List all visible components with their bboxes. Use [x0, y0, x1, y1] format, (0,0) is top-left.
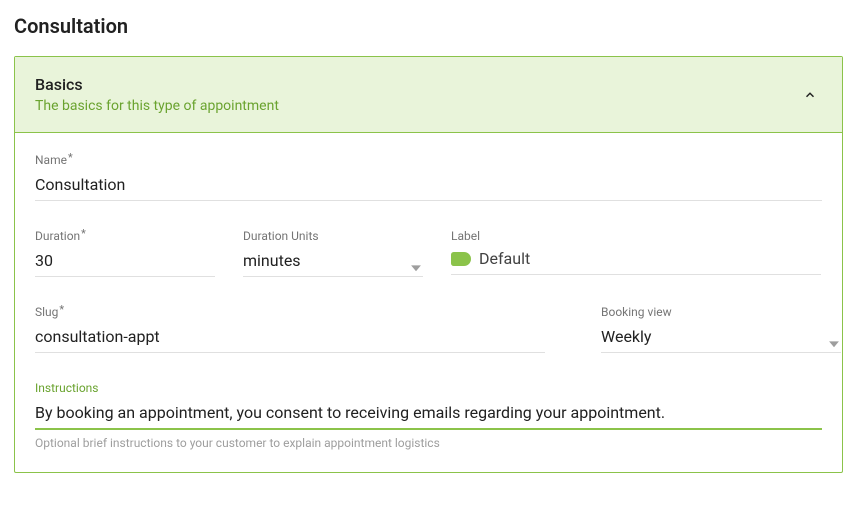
- basics-panel: Basics The basics for this type of appoi…: [14, 56, 843, 473]
- duration-label: Duration: [35, 229, 215, 243]
- label-field: Label Default: [451, 229, 821, 275]
- instructions-field: Instructions Optional brief instructions…: [35, 381, 822, 450]
- label-value: Default: [479, 249, 530, 268]
- instructions-label: Instructions: [35, 381, 822, 395]
- label-label: Label: [451, 229, 821, 243]
- chevron-up-icon[interactable]: [798, 83, 822, 107]
- booking-view-field: Booking view: [601, 305, 841, 353]
- instructions-input[interactable]: [35, 399, 822, 430]
- duration-field: Duration: [35, 229, 215, 277]
- duration-input[interactable]: [35, 247, 215, 277]
- panel-header-text: Basics The basics for this type of appoi…: [35, 75, 279, 114]
- duration-units-select[interactable]: [243, 247, 423, 277]
- panel-header[interactable]: Basics The basics for this type of appoi…: [15, 57, 842, 133]
- slug-label: Slug: [35, 305, 545, 319]
- duration-units-label: Duration Units: [243, 229, 423, 243]
- tag-icon: [451, 252, 471, 266]
- slug-field: Slug: [35, 305, 545, 353]
- page-title: Consultation: [14, 14, 843, 38]
- panel-title: Basics: [35, 75, 279, 94]
- slug-input[interactable]: [35, 323, 545, 353]
- name-label: Name: [35, 153, 822, 167]
- panel-body: Name Duration Duration Units: [15, 133, 842, 472]
- label-select[interactable]: Default: [451, 247, 821, 275]
- panel-subtitle: The basics for this type of appointment: [35, 98, 279, 114]
- booking-view-select[interactable]: [601, 323, 841, 353]
- name-field: Name: [35, 153, 822, 201]
- name-input[interactable]: [35, 171, 822, 201]
- instructions-helper: Optional brief instructions to your cust…: [35, 436, 822, 450]
- booking-view-label: Booking view: [601, 305, 841, 319]
- duration-units-field: Duration Units: [243, 229, 423, 277]
